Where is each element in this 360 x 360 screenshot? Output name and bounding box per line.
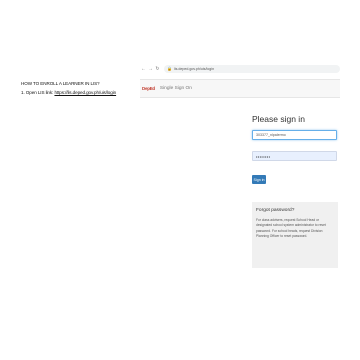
username-field[interactable]: 303377_nlpalermo (252, 130, 337, 140)
signin-button[interactable]: Sign in (252, 175, 266, 184)
page: HOW TO ENROLL A LEARNER IN LIS? 1. Open … (0, 0, 360, 360)
forward-icon[interactable]: → (147, 66, 154, 72)
site-header: DepEd Single Sign On (140, 79, 340, 98)
instructions-heading: HOW TO ENROLL A LEARNER IN LIS? (21, 81, 100, 86)
address-text: lis.deped.gov.ph/uis/login (173, 66, 215, 71)
forgot-password-title[interactable]: Forgot password? (256, 208, 334, 213)
instructions: HOW TO ENROLL A LEARNER IN LIS? 1. Open … (21, 79, 116, 97)
browser-toolbar: ← → ↻ 🔒 lis.deped.gov.ph/uis/login (140, 62, 340, 75)
address-bar[interactable]: 🔒 lis.deped.gov.ph/uis/login (164, 64, 340, 73)
app-title: Single Sign On (159, 86, 192, 91)
reload-icon[interactable]: ↻ (154, 66, 161, 72)
signin-title: Please sign in (252, 114, 305, 124)
instructions-step-1: 1. Open LIS link: https://lis.deped.gov.… (21, 88, 116, 97)
step-prefix: 1. Open LIS link: (21, 90, 55, 95)
back-icon[interactable]: ← (140, 66, 147, 72)
lock-icon: 🔒 (167, 66, 172, 71)
lis-link[interactable]: https://lis.deped.gov.ph/uis/login (54, 90, 116, 95)
browser-screenshot: ← → ↻ 🔒 lis.deped.gov.ph/uis/login DepEd… (140, 62, 340, 272)
forgot-password-text: For class advisers, request School Head … (256, 218, 326, 238)
deped-logo: DepEd (142, 86, 155, 91)
password-value: •••••••• (256, 153, 271, 159)
username-value: 303377_nlpalermo (256, 133, 286, 137)
password-field[interactable]: •••••••• (252, 151, 337, 161)
forgot-password-panel: Forgot password? For class advisers, req… (252, 202, 338, 268)
